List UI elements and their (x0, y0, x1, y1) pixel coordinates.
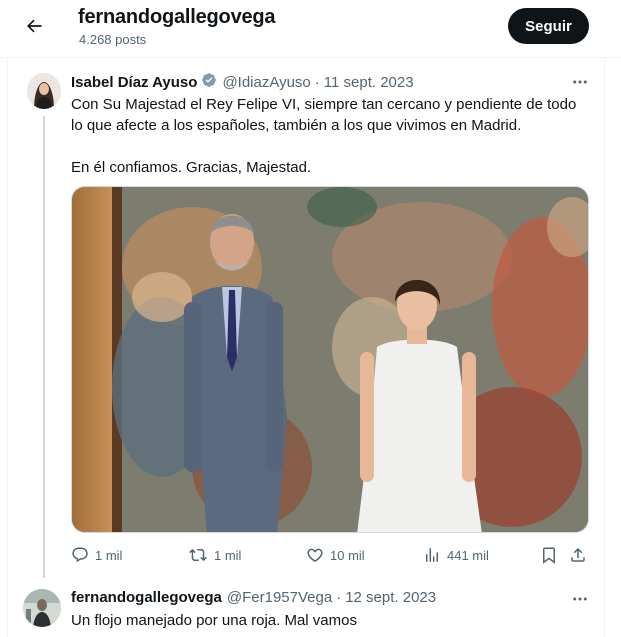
separator-dot: · (336, 589, 342, 606)
tweet-text-line: En él confiamos. Gracias, Majestad. (71, 159, 312, 176)
author-handle[interactable]: @IdiazAyuso (222, 74, 310, 91)
like-count: 10 mil (330, 547, 365, 563)
author-avatar-image (27, 73, 61, 109)
profile-username: fernandogallegovega (78, 6, 276, 28)
views-chart-icon (426, 548, 438, 562)
tweet-photo[interactable] (71, 186, 589, 533)
photo-image (72, 187, 588, 532)
tweet-header: Isabel Díaz Ayuso @IdiazAyuso · 11 sept.… (71, 72, 414, 92)
back-button[interactable] (20, 12, 48, 40)
reply-text: Un flojo manejado por una roja. Mal vamo… (71, 612, 357, 629)
tweet-date[interactable]: 11 sept. 2023 (324, 74, 414, 91)
reply-button[interactable]: 1 mil (71, 543, 122, 567)
reply-header: fernandogallegovega @Fer1957Vega · 12 se… (71, 589, 436, 606)
bookmark-icon (543, 547, 555, 564)
reply-bubble-icon (72, 547, 88, 563)
profile-header: fernandogallegovega 4.268 posts Seguir (0, 0, 621, 58)
author-name[interactable]: Isabel Díaz Ayuso (71, 74, 197, 91)
share-button[interactable] (569, 543, 593, 567)
more-dots-icon (573, 80, 587, 84)
arrow-left-icon (27, 19, 42, 33)
reply-author-name[interactable]: fernandogallegovega (71, 589, 222, 606)
separator-dot: · (314, 73, 320, 91)
avatar[interactable] (27, 73, 61, 109)
tweet-text-line: Con Su Majestad el Rey Felipe VI, siempr… (71, 96, 577, 113)
more-options-button[interactable] (570, 72, 590, 92)
thread-connector-line (43, 116, 45, 578)
more-dots-icon (573, 597, 587, 601)
tweet-actions-bar: 1 mil 1 mil 10 mil 441 mil (71, 543, 591, 567)
reply-author-handle[interactable]: @Fer1957Vega (227, 589, 332, 606)
heart-icon (307, 548, 323, 562)
reply-date[interactable]: 12 sept. 2023 (345, 589, 436, 606)
repost-button[interactable]: 1 mil (188, 543, 241, 567)
reply-more-options-button[interactable] (570, 589, 590, 609)
post-count: 4.268 posts (79, 32, 147, 47)
follow-button[interactable]: Seguir (508, 8, 589, 44)
tweet-text-line: lo que afecte a los españoles, también a… (71, 117, 522, 134)
bookmark-button[interactable] (540, 543, 564, 567)
like-button[interactable]: 10 mil (306, 543, 365, 567)
verified-badge-icon (201, 72, 217, 92)
repost-icon (189, 548, 207, 562)
avatar[interactable] (23, 589, 61, 627)
view-count: 441 mil (447, 547, 489, 563)
reply-avatar-image (23, 589, 61, 627)
reply-count: 1 mil (95, 547, 123, 563)
repost-count: 1 mil (214, 547, 242, 563)
views-button[interactable]: 441 mil (423, 543, 489, 567)
share-upload-icon (571, 547, 585, 562)
